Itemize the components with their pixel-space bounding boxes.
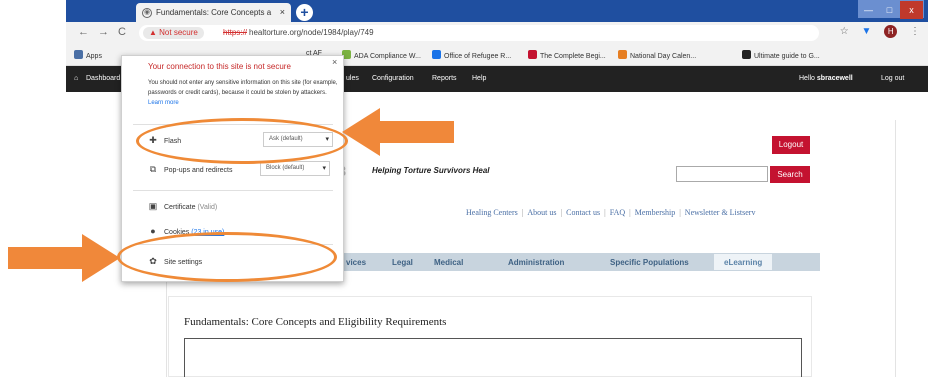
browser-tab[interactable]: ◉ Fundamentals: Core Concepts a × [136,3,291,22]
link-faq[interactable]: FAQ [610,208,625,217]
separator: | [604,208,606,217]
bookmark-item[interactable]: National Day Calen... [618,50,696,60]
secondary-links: Healing Centers | About us | Contact us | FAQ |… [466,208,755,217]
browser-tabstrip: ◉ Fundamentals: Core Concepts a × + — □ x [66,0,928,22]
highlight-circle-flash [136,118,348,164]
globe-icon: ◉ [142,8,152,18]
browser-toolbar: ← → C ▲ Not secure https:// healtorture.… [66,22,928,44]
nav-specific-populations[interactable]: Specific Populations [610,258,689,267]
content-title: Fundamentals: Core Concepts and Eligibil… [184,316,447,328]
nav-medical[interactable]: Medical [434,258,463,267]
profile-avatar[interactable]: H [884,25,898,38]
certificate-icon: ▣ [148,201,158,211]
window-controls: — □ x [858,0,924,19]
connection-warning-text: You should not enter any sensitive infor… [148,80,338,106]
bookmark-favicon [528,50,537,59]
bookmark-star-icon[interactable]: ☆ [840,26,849,37]
link-contact-us[interactable]: Contact us [566,208,600,217]
search-button[interactable]: Search [770,166,810,183]
popups-permission-select[interactable]: Block (default) ▾ [260,161,330,176]
arrow-pointing-right-icon [8,234,120,282]
link-membership[interactable]: Membership [635,208,675,217]
new-tab-button[interactable]: + [296,4,313,21]
popup-close-icon[interactable]: × [332,57,337,67]
certificate-row[interactable]: ▣ Certificate (Valid) [148,201,217,212]
bookmark-item[interactable]: ADA Compliance W... [342,50,421,60]
nav-elearning[interactable]: eLearning [714,254,773,270]
admin-help-link[interactable]: Help [472,75,486,82]
extension-icon[interactable]: ▼ [862,26,872,37]
reload-button[interactable]: C [118,26,126,38]
permission-row-popups: ⧉ Pop-ups and redirects [149,164,233,174]
toolbar-icons: ☆ ▼ H ⋮ [830,25,920,38]
link-healing-centers[interactable]: Healing Centers [466,208,518,217]
nav-services[interactable]: vices [346,258,366,267]
screenshot: ◉ Fundamentals: Core Concepts a × + — □ x … [0,0,928,377]
bookmark-apps[interactable]: Apps [74,50,102,60]
site-tagline: Helping Torture Survivors Heal [372,166,490,175]
highlight-circle-site-settings [117,232,337,282]
cookie-icon: ● [150,226,156,236]
nav-legal[interactable]: Legal [392,258,413,267]
logout-button[interactable]: Logout [772,136,810,154]
admin-reports-link[interactable]: Reports [432,75,457,82]
popup-window-icon: ⧉ [149,164,157,174]
not-secure-chip[interactable]: ▲ Not secure [143,27,204,39]
popup-divider [133,190,333,191]
forward-button[interactable]: → [98,26,109,38]
content-frame [184,338,802,377]
bookmark-favicon [618,50,627,59]
tab-close-icon[interactable]: × [280,7,285,17]
back-button[interactable]: ← [78,26,89,38]
minimize-button[interactable]: — [858,1,879,19]
arrow-pointing-left-icon [342,108,454,156]
url-path: healtorture.org/node/1984/play/749 [249,28,374,37]
connection-warning-title: Your connection to this site is not secu… [148,62,291,71]
admin-username[interactable]: sbracewell [817,75,853,82]
nav-administration[interactable]: Administration [508,258,564,267]
bookmark-item[interactable]: Office of Refugee R... [432,50,511,60]
bookmark-favicon [742,50,751,59]
url-scheme: https:// [223,28,248,37]
learn-more-link[interactable]: Learn more [148,100,179,106]
admin-greeting: Hello sbracewell [799,75,853,82]
apps-grid-icon [74,50,83,59]
close-window-button[interactable]: x [900,1,923,19]
bookmark-item[interactable]: Ultimate guide to G... [742,50,820,60]
chevron-down-icon: ▾ [322,165,326,172]
tab-title: Fundamentals: Core Concepts a [156,8,272,17]
maximize-button[interactable]: □ [879,1,900,19]
link-about-us[interactable]: About us [527,208,556,217]
home-icon[interactable]: ⌂ [74,75,78,82]
bookmark-item[interactable]: The Complete Begi... [528,50,606,60]
admin-dashboard-link[interactable]: Dashboard [86,75,120,82]
separator: | [560,208,563,217]
search-input[interactable] [676,166,768,182]
separator: | [521,208,524,217]
admin-modules-link[interactable]: ules [346,75,359,82]
address-bar[interactable]: ▲ Not secure https:// healtorture.org/no… [139,25,819,41]
admin-logout-link[interactable]: Log out [881,75,904,82]
link-newsletter[interactable]: Newsletter & Listserv [685,208,756,217]
bookmark-favicon [432,50,441,59]
admin-configuration-link[interactable]: Configuration [372,75,414,82]
separator: | [629,208,631,217]
separator: | [679,208,681,217]
menu-icon[interactable]: ⋮ [910,26,920,37]
